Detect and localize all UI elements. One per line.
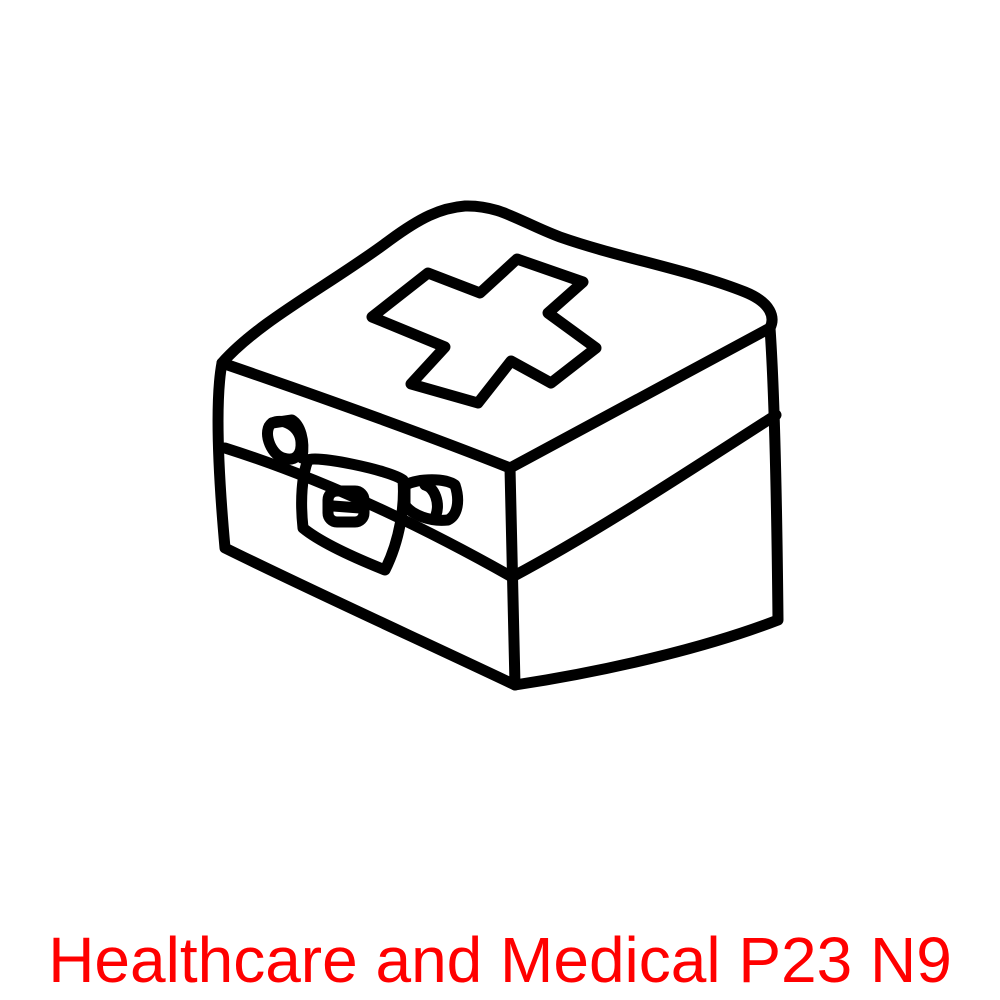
first-aid-kit-icon xyxy=(212,200,784,691)
latch-slot-line xyxy=(327,500,366,514)
medical-cross-icon xyxy=(366,253,602,409)
caption-text: Healthcare and Medical P23 N9 xyxy=(48,924,952,996)
right-hinge-cap xyxy=(419,479,443,521)
